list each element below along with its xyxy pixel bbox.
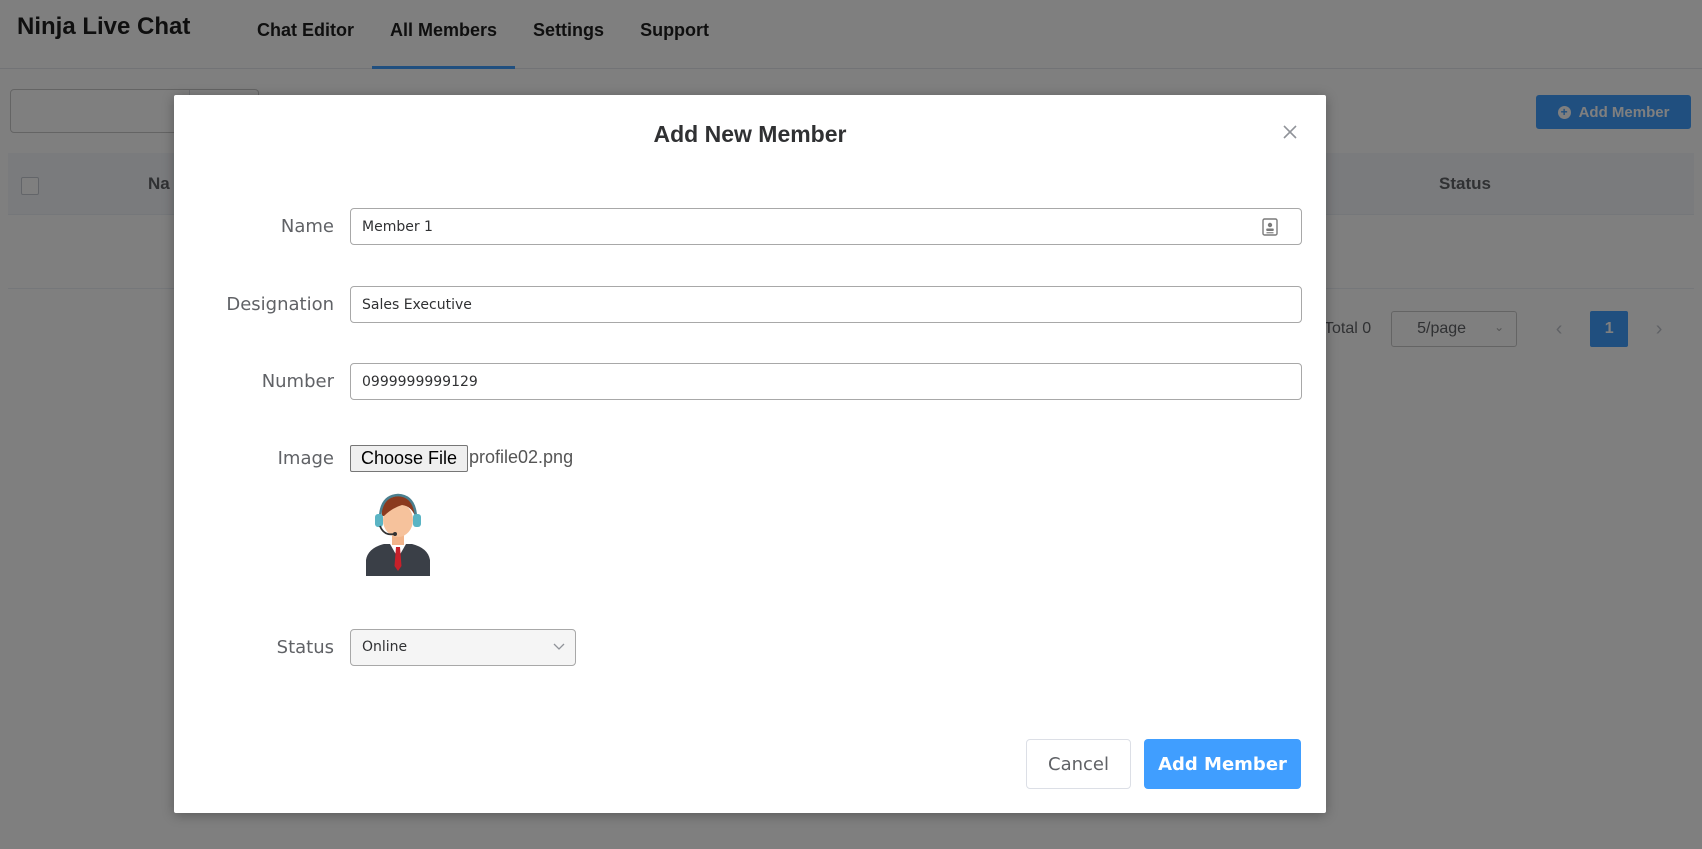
- name-input[interactable]: [350, 208, 1302, 245]
- avatar-preview: [366, 493, 430, 576]
- status-select[interactable]: Online: [350, 629, 576, 666]
- status-label: Status: [276, 637, 334, 658]
- number-input[interactable]: [350, 363, 1302, 400]
- selected-file-name: profile02.png: [469, 447, 574, 467]
- designation-label: Designation: [226, 294, 334, 315]
- status-select-value: Online: [362, 639, 408, 655]
- name-field-row: [174, 208, 1326, 245]
- chevron-down-icon: [553, 643, 565, 650]
- dialog-title: Add New Member: [653, 121, 847, 147]
- submit-add-member-button[interactable]: Add Member: [1144, 739, 1301, 789]
- number-label: Number: [261, 371, 334, 392]
- contact-card-icon[interactable]: [1262, 218, 1278, 236]
- image-label: Image: [277, 448, 334, 469]
- choose-file-button[interactable]: Choose File: [350, 445, 469, 472]
- cancel-button[interactable]: Cancel: [1026, 739, 1131, 789]
- designation-input[interactable]: [350, 286, 1302, 323]
- close-icon[interactable]: [1278, 120, 1302, 144]
- add-member-dialog: Add New Member Name Designation Number I…: [174, 95, 1326, 813]
